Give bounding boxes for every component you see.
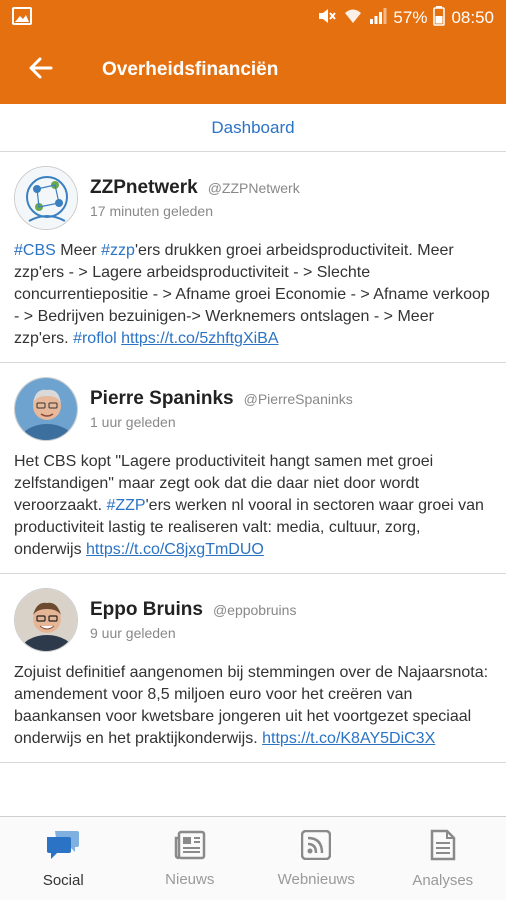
tab-label: Webnieuws [277, 870, 355, 888]
author-name[interactable]: Eppo Bruins [90, 599, 203, 621]
subnav: Dashboard [0, 104, 506, 152]
tweet-link[interactable]: https://t.co/K8AY5DiC3X [262, 730, 435, 747]
tweet-item[interactable]: ZZPnetwerk @ZZPNetwerk 17 minuten gelede… [0, 152, 506, 363]
hashtag[interactable]: #CBS [14, 242, 56, 259]
tab-social[interactable]: Social [0, 817, 127, 900]
zzpnetwerk-logo-icon [15, 167, 77, 229]
author-handle: @ZZPNetwerk [207, 180, 300, 196]
avatar[interactable] [14, 588, 78, 652]
hashtag[interactable]: #ZZP [106, 497, 145, 514]
tweet-text: Het CBS kopt "Lagere productiviteit hang… [14, 451, 492, 561]
tweet-text: Zojuist definitief aangenomen bij stemmi… [14, 662, 492, 750]
tab-label: Social [42, 871, 84, 889]
tweet-link[interactable]: https://t.co/5zhftgXiBA [121, 330, 278, 347]
hashtag[interactable]: #roflol [73, 330, 117, 347]
tweet-time: 17 minuten geleden [90, 203, 213, 219]
avatar[interactable] [14, 166, 78, 230]
mute-icon [317, 7, 337, 30]
bottom-navigation: Social Nieuws Webnieuws Analyses [0, 816, 506, 900]
tweet-item[interactable]: Eppo Bruins @eppobruins 9 uur geleden Zo… [0, 574, 506, 763]
author-handle: @eppobruins [212, 602, 297, 618]
author-name[interactable]: ZZPnetwerk [90, 177, 198, 199]
author-name[interactable]: Pierre Spaninks [90, 388, 234, 410]
tab-label: Analyses [412, 871, 474, 889]
tweet-feed[interactable]: ZZPnetwerk @ZZPNetwerk 17 minuten gelede… [0, 152, 506, 816]
app-bar: Overheidsfinanciën [0, 36, 506, 104]
back-button[interactable] [0, 36, 80, 104]
chat-bubbles-icon [45, 829, 81, 866]
wifi-icon [343, 7, 363, 30]
person-photo-icon [15, 589, 77, 651]
tweet-item[interactable]: Pierre Spaninks @PierreSpaninks 1 uur ge… [0, 363, 506, 574]
tweet-link[interactable]: https://t.co/C8jxgTmDUO [86, 541, 264, 558]
tab-webnieuws[interactable]: Webnieuws [253, 817, 380, 900]
hashtag[interactable]: #zzp [101, 242, 135, 259]
tab-label: Nieuws [165, 870, 215, 888]
tab-analyses[interactable]: Analyses [380, 817, 506, 900]
author-handle: @PierreSpaninks [243, 391, 353, 407]
dashboard-link[interactable]: Dashboard [211, 118, 294, 138]
newspaper-icon [174, 830, 206, 865]
tab-nieuws[interactable]: Nieuws [127, 817, 254, 900]
page-title: Overheidsfinanciën [102, 59, 279, 80]
tweet-text: #CBS Meer #zzp'ers drukken groei arbeids… [14, 240, 492, 350]
tweet-time: 9 uur geleden [90, 625, 176, 641]
text-segment: Meer [55, 242, 102, 259]
signal-icon [369, 7, 387, 30]
status-bar: 57% 08:50 [0, 0, 506, 36]
gallery-icon [12, 6, 32, 30]
tweet-time: 1 uur geleden [90, 414, 176, 430]
person-photo-icon [15, 378, 77, 440]
rss-icon [301, 829, 332, 865]
avatar[interactable] [14, 377, 78, 441]
arrow-left-icon [27, 56, 53, 85]
clock: 08:50 [451, 8, 494, 27]
battery-icon [433, 5, 446, 31]
battery-level: 57% [393, 8, 428, 27]
document-icon [430, 829, 456, 866]
